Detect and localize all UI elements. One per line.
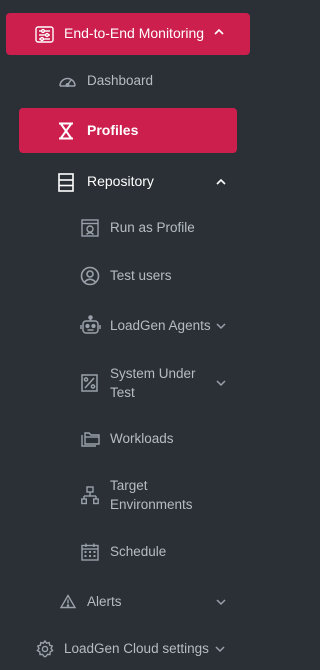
nav-item-loadgen-agents[interactable]: LoadGen Agents bbox=[0, 312, 256, 338]
chevron-down-icon[interactable] bbox=[216, 322, 226, 330]
nav-label-line-2: Test bbox=[110, 385, 135, 400]
repository-icon bbox=[57, 172, 75, 192]
nav-label: Dashboard bbox=[87, 73, 154, 88]
nav-label: Run as Profile bbox=[110, 220, 195, 235]
nav-label: LoadGen Cloud settings bbox=[64, 641, 209, 656]
chevron-down-icon[interactable] bbox=[215, 645, 225, 653]
nav-item-profiles[interactable]: Profiles bbox=[0, 108, 256, 153]
nav-label: Profiles bbox=[87, 122, 139, 138]
nav-label: LoadGen Agents bbox=[110, 318, 211, 333]
warning-icon bbox=[59, 593, 76, 609]
nav-item-end-to-end-monitoring[interactable]: End-to-End Monitoring bbox=[0, 13, 256, 55]
nav-item-run-as-profile[interactable]: Run as Profile bbox=[0, 215, 256, 241]
chevron-up-icon[interactable] bbox=[216, 178, 226, 186]
nav-label: Test users bbox=[110, 268, 172, 283]
user-circle-icon bbox=[80, 265, 100, 286]
nav-label-line-1: System Under bbox=[110, 366, 196, 381]
chevron-down-icon[interactable] bbox=[216, 379, 226, 387]
percent-icon bbox=[80, 373, 98, 393]
gear-icon bbox=[35, 639, 54, 658]
nav-item-test-users[interactable]: Test users bbox=[0, 263, 256, 289]
chevron-down-icon[interactable] bbox=[216, 598, 226, 606]
calendar-icon bbox=[80, 542, 99, 562]
nav-label: Repository bbox=[87, 173, 154, 189]
nav-label-line-1: Target bbox=[110, 478, 148, 493]
nav-label-line-2: Environments bbox=[110, 497, 193, 512]
hourglass-icon bbox=[57, 121, 75, 140]
nav-label: End-to-End Monitoring bbox=[64, 25, 205, 41]
nav-item-schedule[interactable]: Schedule bbox=[0, 539, 256, 565]
nav-item-alerts[interactable]: Alerts bbox=[0, 588, 256, 614]
chevron-up-icon[interactable] bbox=[214, 28, 224, 36]
nav-item-loadgen-cloud-settings[interactable]: LoadGen Cloud settings bbox=[0, 636, 256, 662]
nav-label: Alerts bbox=[87, 594, 122, 609]
network-icon bbox=[80, 485, 100, 507]
nav-item-repository[interactable]: Repository bbox=[0, 168, 256, 196]
monitoring-icon bbox=[34, 25, 54, 43]
nav-item-dashboard[interactable]: Dashboard bbox=[0, 68, 256, 94]
speedometer-icon bbox=[57, 72, 77, 90]
profile-card-icon bbox=[80, 218, 100, 238]
robot-icon bbox=[79, 314, 101, 336]
nav-label: Workloads bbox=[110, 431, 174, 446]
nav-item-system-under-test[interactable]: System Under Test bbox=[0, 362, 256, 404]
nav-item-target-environments[interactable]: Target Environments bbox=[0, 475, 256, 517]
nav-label: Schedule bbox=[110, 544, 167, 559]
folders-icon bbox=[80, 429, 100, 449]
nav-item-workloads[interactable]: Workloads bbox=[0, 426, 256, 452]
